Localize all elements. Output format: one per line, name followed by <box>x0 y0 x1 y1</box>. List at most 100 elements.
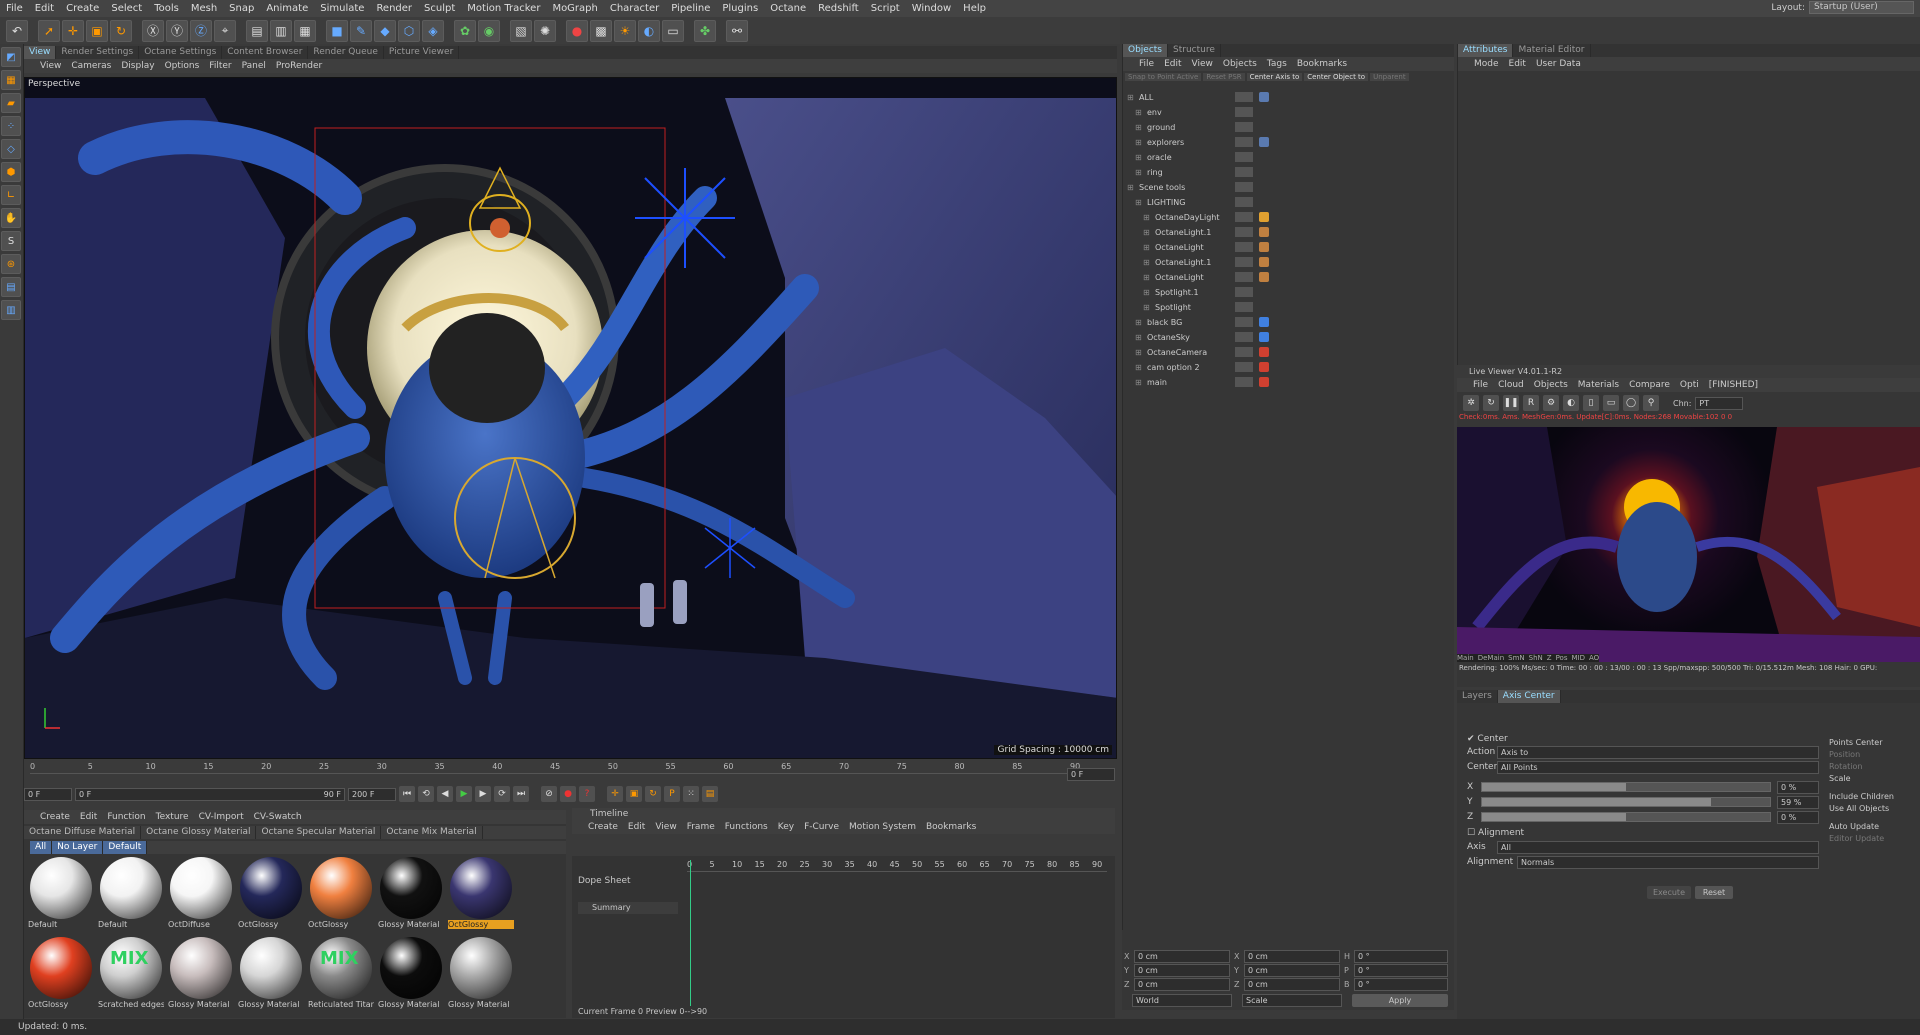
material-filter[interactable]: No Layer <box>52 841 104 854</box>
object-tag[interactable] <box>1259 272 1269 282</box>
object-visibility[interactable] <box>1235 242 1253 252</box>
scene-icon[interactable]: ✿ <box>454 19 476 42</box>
object-button[interactable]: Center Object to <box>1304 73 1369 81</box>
execute-button[interactable]: Execute <box>1647 886 1691 899</box>
object-expander[interactable]: ⊞ <box>1143 213 1150 222</box>
object-row[interactable]: ⊞ OctaneLight.1 <box>1123 225 1453 239</box>
tab-axis[interactable]: Axis Center <box>1497 690 1561 703</box>
menu-item[interactable]: Motion Tracker <box>467 3 540 14</box>
coord-world-dropdown[interactable]: World <box>1132 994 1232 1007</box>
go-end-icon[interactable]: ⏭ <box>513 786 529 802</box>
region-icon[interactable]: R <box>1523 395 1539 411</box>
grid-icon[interactable]: ▤ <box>1 277 21 297</box>
object-menu-item[interactable]: Bookmarks <box>1297 59 1347 69</box>
object-tag[interactable] <box>1259 92 1269 102</box>
tab-viewport[interactable]: View <box>24 46 57 59</box>
live-menu-item[interactable]: Compare <box>1629 380 1670 390</box>
coord-size-field[interactable]: 0 cm <box>1244 964 1340 977</box>
menu-item[interactable]: Animate <box>266 3 308 14</box>
object-tag[interactable] <box>1259 317 1269 327</box>
reset-button[interactable]: Reset <box>1695 886 1733 899</box>
object-row[interactable]: ⊞ OctaneDayLight <box>1123 210 1453 224</box>
points-mode-icon[interactable]: ⁘ <box>1 116 21 136</box>
object-row[interactable]: ⊞ ALL <box>1123 90 1453 104</box>
object-expander[interactable]: ⊞ <box>1127 183 1134 192</box>
option-checkbox[interactable]: Points Center <box>1829 738 1883 747</box>
object-visibility[interactable] <box>1235 347 1253 357</box>
object-menu-item[interactable]: Tags <box>1267 59 1287 69</box>
sphere-icon[interactable]: ◐ <box>1563 395 1579 411</box>
object-visibility[interactable] <box>1235 182 1253 192</box>
menu-item[interactable]: Plugins <box>722 3 758 14</box>
object-expander[interactable]: ⊞ <box>1135 153 1142 162</box>
object-tag[interactable] <box>1259 212 1269 222</box>
object-expander[interactable]: ⊞ <box>1143 288 1150 297</box>
viewport-menu-item[interactable]: Cameras <box>71 61 111 71</box>
object-visibility[interactable] <box>1235 197 1253 207</box>
restart-icon[interactable]: ↻ <box>1483 395 1499 411</box>
object-row[interactable]: ⊞ env <box>1123 105 1453 119</box>
material-swatch[interactable]: OctDiffuse <box>166 854 236 934</box>
timeline-window-icon[interactable]: ▤ <box>702 786 718 802</box>
workplane-icon[interactable]: ▰ <box>1 93 21 113</box>
attributes-menu-item[interactable]: Edit <box>1509 59 1526 69</box>
polygons-mode-icon[interactable]: ⬢ <box>1 162 21 182</box>
attributes-menu-item[interactable]: Mode <box>1474 59 1499 69</box>
tab-objects[interactable]: Structure <box>1168 44 1221 57</box>
layout-dropdown[interactable]: Startup (User) <box>1809 1 1914 14</box>
material-filter[interactable]: Default <box>103 841 148 854</box>
object-expander[interactable]: ⊞ <box>1135 168 1142 177</box>
material-swatch[interactable]: OctGlossy <box>446 854 516 934</box>
object-visibility[interactable] <box>1235 317 1253 327</box>
dope-menu-item[interactable]: F-Curve <box>804 822 839 832</box>
z-axis-icon[interactable]: Ⓩ <box>190 19 212 42</box>
object-row[interactable]: ⊞ ground <box>1123 120 1453 134</box>
slider-value[interactable]: 0 % <box>1777 781 1819 794</box>
menu-item[interactable]: Mesh <box>191 3 217 14</box>
object-visibility[interactable] <box>1235 122 1253 132</box>
render-pass[interactable]: AO <box>1589 654 1599 662</box>
object-menu-item[interactable]: View <box>1192 59 1213 69</box>
material-swatch[interactable]: OctGlossy <box>26 934 96 1014</box>
material-filter[interactable]: All <box>30 841 53 854</box>
pen-icon[interactable]: ✎ <box>350 19 372 42</box>
object-expander[interactable]: ⊞ <box>1135 123 1142 132</box>
object-row[interactable]: ⊞ explorers <box>1123 135 1453 149</box>
undo-icon[interactable]: ↶ <box>6 19 28 42</box>
object-visibility[interactable] <box>1235 137 1253 147</box>
object-menu-item[interactable]: File <box>1139 59 1154 69</box>
viewport-menu-item[interactable]: Panel <box>242 61 266 71</box>
object-expander[interactable]: ⊞ <box>1135 138 1142 147</box>
object-row[interactable]: ⊞ black BG <box>1123 315 1453 329</box>
object-expander[interactable]: ⊞ <box>1135 108 1142 117</box>
menu-item[interactable]: Sculpt <box>424 3 455 14</box>
menu-item[interactable]: Pipeline <box>671 3 710 14</box>
material-menu-item[interactable]: Create <box>40 812 70 822</box>
object-visibility[interactable] <box>1235 227 1253 237</box>
object-menu-item[interactable]: Edit <box>1164 59 1181 69</box>
object-visibility[interactable] <box>1235 167 1253 177</box>
object-row[interactable]: ⊞ cam option 2 <box>1123 360 1453 374</box>
menu-item[interactable]: Simulate <box>320 3 364 14</box>
menu-item[interactable]: Help <box>963 3 986 14</box>
align-dropdown[interactable]: Normals <box>1517 856 1819 869</box>
model-mode-icon[interactable]: ◩ <box>1 47 21 67</box>
coord-system-icon[interactable]: ⌖ <box>214 19 236 42</box>
rotate-tool-icon[interactable]: ↻ <box>110 19 132 42</box>
object-tag[interactable] <box>1259 227 1269 237</box>
key-position-icon[interactable]: ✛ <box>607 786 623 802</box>
coord-scale-dropdown[interactable]: Scale <box>1242 994 1342 1007</box>
object-row[interactable]: ⊞ oracle <box>1123 150 1453 164</box>
viewport-menu-item[interactable]: Filter <box>209 61 231 71</box>
live-menu-item[interactable]: File <box>1473 380 1488 390</box>
next-key-icon[interactable]: ⟳ <box>494 786 510 802</box>
material-menu-item[interactable]: CV-Import <box>199 812 244 822</box>
object-expander[interactable]: ⊞ <box>1135 318 1142 327</box>
object-visibility[interactable] <box>1235 377 1253 387</box>
object-tag[interactable] <box>1259 242 1269 252</box>
texture-mode-icon[interactable]: ▦ <box>1 70 21 90</box>
material-swatch[interactable]: Default <box>26 854 96 934</box>
live-menu-item[interactable]: Cloud <box>1498 380 1524 390</box>
action-dropdown[interactable]: Axis to <box>1497 746 1819 759</box>
tab-viewport[interactable]: Render Queue <box>308 46 384 59</box>
